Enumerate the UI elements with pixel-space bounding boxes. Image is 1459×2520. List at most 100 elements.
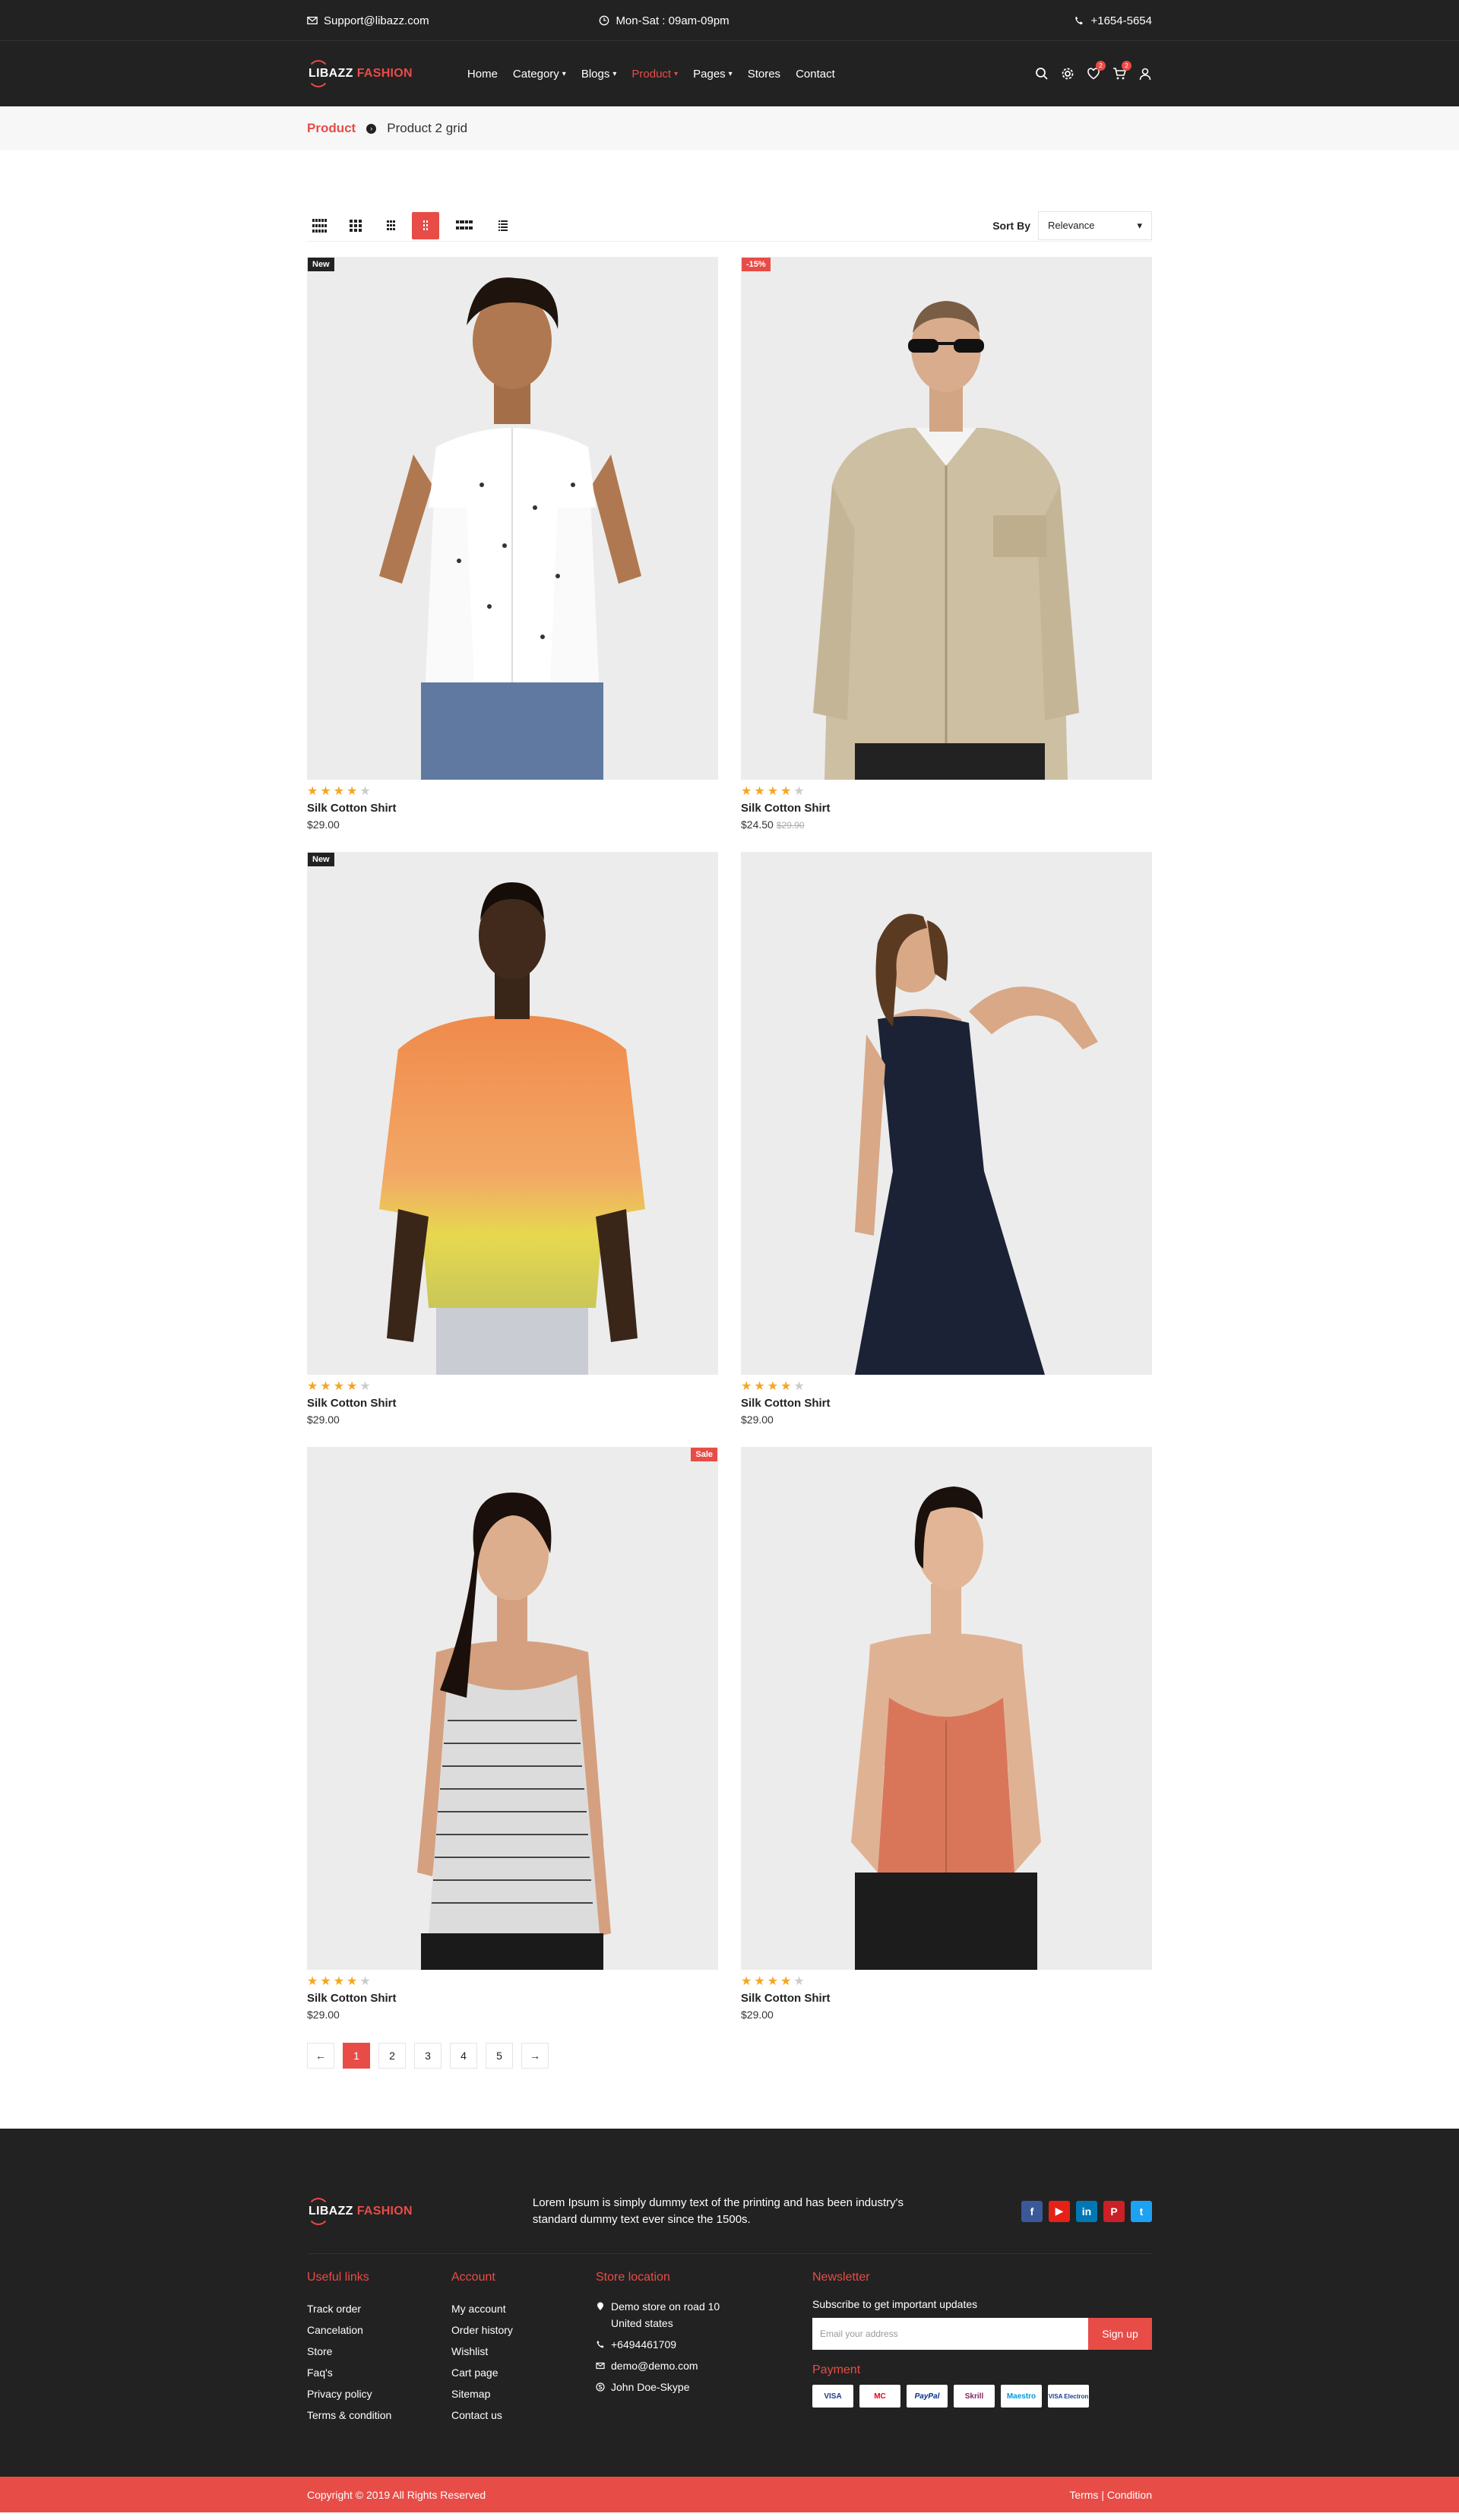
grid-3-view-button[interactable] bbox=[377, 212, 404, 239]
list-grid-view-button[interactable] bbox=[447, 212, 482, 239]
product-image[interactable] bbox=[741, 852, 1152, 1375]
phone-text: +6494461709 bbox=[611, 2338, 677, 2351]
newsletter-email-input[interactable]: Email your address bbox=[812, 2318, 1088, 2350]
page-5-button[interactable]: 5 bbox=[486, 2043, 513, 2069]
footer-logo[interactable]: LIBAZZ FASHION bbox=[307, 2197, 413, 2225]
product-name[interactable]: Silk Cotton Shirt bbox=[741, 1397, 1152, 1410]
linkedin-icon[interactable]: in bbox=[1076, 2200, 1097, 2222]
sort-select[interactable]: Relevance ▾ bbox=[1038, 211, 1152, 240]
footer-link-cancelation[interactable]: Cancelation bbox=[307, 2319, 451, 2341]
product-card[interactable]: -15% ★ ★ ★ ★ ★ Silk Cotton Shirt $24.50 $29.9… bbox=[741, 257, 1152, 852]
footer-link-cart[interactable]: Cart page bbox=[451, 2362, 596, 2383]
product-card[interactable]: New ★ ★ ★ ★ ★ Silk Cotton Shirt $29.00 bbox=[307, 257, 718, 852]
store-email[interactable]: demo@demo.com bbox=[596, 2357, 812, 2374]
product-name[interactable]: Silk Cotton Shirt bbox=[307, 1397, 718, 1410]
product-toolbar: Sort By Relevance ▾ bbox=[307, 210, 1152, 242]
product-image[interactable] bbox=[741, 1447, 1152, 1970]
terms-link[interactable]: Terms | Condition bbox=[1069, 2489, 1152, 2501]
search-icon[interactable] bbox=[1035, 67, 1049, 81]
nav-home[interactable]: Home bbox=[467, 68, 498, 81]
list-grid-icon bbox=[456, 220, 473, 230]
site-logo[interactable]: LIBAZZ FASHION bbox=[307, 60, 413, 87]
footer-link-faqs[interactable]: Faq's bbox=[307, 2362, 451, 2383]
current-price: $29.00 bbox=[741, 1414, 774, 1426]
star-icon: ★ bbox=[333, 785, 345, 798]
email-text: Support@libazz.com bbox=[324, 14, 429, 27]
footer-link-sitemap[interactable]: Sitemap bbox=[451, 2383, 596, 2404]
grid-4-view-button[interactable] bbox=[342, 212, 369, 239]
newsletter-column: Newsletter Subscribe to get important up… bbox=[812, 2271, 1152, 2426]
user-icon[interactable] bbox=[1138, 67, 1152, 81]
footer-link-terms[interactable]: Terms & condition bbox=[307, 2404, 451, 2426]
product-photo-man-white-shirt bbox=[307, 257, 718, 780]
product-card[interactable]: ★ ★ ★ ★ ★ Silk Cotton Shirt $29.00 bbox=[741, 1447, 1152, 2042]
footer-link-wishlist[interactable]: Wishlist bbox=[451, 2341, 596, 2362]
support-email[interactable]: Support@libazz.com bbox=[307, 14, 429, 27]
product-price: $29.00 bbox=[741, 2009, 1152, 2021]
product-name[interactable]: Silk Cotton Shirt bbox=[307, 1992, 718, 2005]
page-3-button[interactable]: 3 bbox=[414, 2043, 441, 2069]
page-4-button[interactable]: 4 bbox=[450, 2043, 477, 2069]
footer-bottom-bar: Copyright © 2019 All Rights Reserved Ter… bbox=[0, 2477, 1459, 2512]
main-content: Sort By Relevance ▾ New ★ ★ ★ ★ ★ Silk C… bbox=[307, 210, 1152, 2069]
social-links: f ▶ in P t bbox=[1021, 2200, 1152, 2222]
star-icon: ★ bbox=[307, 1380, 318, 1393]
star-empty-icon: ★ bbox=[793, 1380, 805, 1393]
footer-link-store[interactable]: Store bbox=[307, 2341, 451, 2362]
store-phone[interactable]: +6494461709 bbox=[596, 2336, 812, 2353]
address-text: Demo store on road 10 United states bbox=[611, 2300, 720, 2329]
grid-2-view-button[interactable] bbox=[412, 211, 439, 239]
nav-contact[interactable]: Contact bbox=[796, 68, 835, 81]
wishlist-icon[interactable]: 2 bbox=[1087, 61, 1106, 81]
footer-link-privacy[interactable]: Privacy policy bbox=[307, 2383, 451, 2404]
nav-label: Stores bbox=[747, 67, 781, 81]
top-bar: Support@libazz.com Mon-Sat : 09am-09pm +… bbox=[0, 0, 1459, 41]
footer-link-contact[interactable]: Contact us bbox=[451, 2404, 596, 2426]
product-image[interactable]: Sale bbox=[307, 1447, 718, 1970]
nav-pages[interactable]: Pages ▾ bbox=[693, 68, 733, 81]
product-tag-badge: New bbox=[308, 258, 334, 271]
star-icon: ★ bbox=[767, 785, 779, 798]
signup-button[interactable]: Sign up bbox=[1088, 2318, 1152, 2350]
product-image[interactable]: -15% bbox=[741, 257, 1152, 780]
grid-6-view-button[interactable] bbox=[307, 212, 334, 239]
nav-category[interactable]: Category ▾ bbox=[513, 68, 566, 81]
product-name[interactable]: Silk Cotton Shirt bbox=[741, 1992, 1152, 2005]
next-page-button[interactable]: → bbox=[521, 2043, 549, 2069]
product-photo-man-orange-shirt bbox=[307, 852, 718, 1375]
product-card[interactable]: New ★ ★ ★ ★ ★ Silk Cotton Shirt $29.00 bbox=[307, 852, 718, 1447]
youtube-icon[interactable]: ▶ bbox=[1049, 2200, 1070, 2222]
nav-stores[interactable]: Stores bbox=[748, 68, 780, 81]
breadcrumb-section[interactable]: Product bbox=[307, 121, 356, 136]
product-card[interactable]: Sale ★ ★ ★ ★ ★ Silk Cotton Shirt $29.00 bbox=[307, 1447, 718, 2042]
old-price: $29.90 bbox=[776, 820, 805, 831]
twitter-icon[interactable]: t bbox=[1131, 2200, 1152, 2222]
page-2-button[interactable]: 2 bbox=[378, 2043, 406, 2069]
nav-label: Contact bbox=[796, 67, 835, 81]
product-name[interactable]: Silk Cotton Shirt bbox=[741, 802, 1152, 815]
page-1-button[interactable]: 1 bbox=[343, 2043, 370, 2069]
star-icon: ★ bbox=[347, 1975, 358, 1988]
chevron-down-icon: ▾ bbox=[674, 69, 679, 78]
nav-blogs[interactable]: Blogs ▾ bbox=[581, 68, 617, 81]
prev-page-button[interactable]: ← bbox=[307, 2043, 334, 2069]
footer-link-order-history[interactable]: Order history bbox=[451, 2319, 596, 2341]
product-image[interactable]: New bbox=[307, 852, 718, 1375]
grid-2-icon bbox=[423, 220, 428, 230]
product-card[interactable]: ★ ★ ★ ★ ★ Silk Cotton Shirt $29.00 bbox=[741, 852, 1152, 1447]
current-price: $24.50 bbox=[741, 818, 774, 831]
chevron-right-icon: › bbox=[366, 123, 377, 134]
footer-link-track-order[interactable]: Track order bbox=[307, 2298, 451, 2319]
phone-number[interactable]: +1654-5654 bbox=[1074, 14, 1152, 27]
cart-icon[interactable]: 2 bbox=[1112, 61, 1131, 81]
mastercard-icon: MC bbox=[859, 2385, 900, 2408]
product-name[interactable]: Silk Cotton Shirt bbox=[307, 802, 718, 815]
product-image[interactable]: New bbox=[307, 257, 718, 780]
list-view-button[interactable] bbox=[489, 212, 517, 239]
footer-link-my-account[interactable]: My account bbox=[451, 2298, 596, 2319]
gear-icon[interactable] bbox=[1061, 67, 1074, 81]
facebook-icon[interactable]: f bbox=[1021, 2200, 1043, 2222]
nav-product[interactable]: Product ▾ bbox=[631, 68, 678, 81]
store-skype[interactable]: John Doe-Skype bbox=[596, 2379, 812, 2395]
pinterest-icon[interactable]: P bbox=[1103, 2200, 1125, 2222]
